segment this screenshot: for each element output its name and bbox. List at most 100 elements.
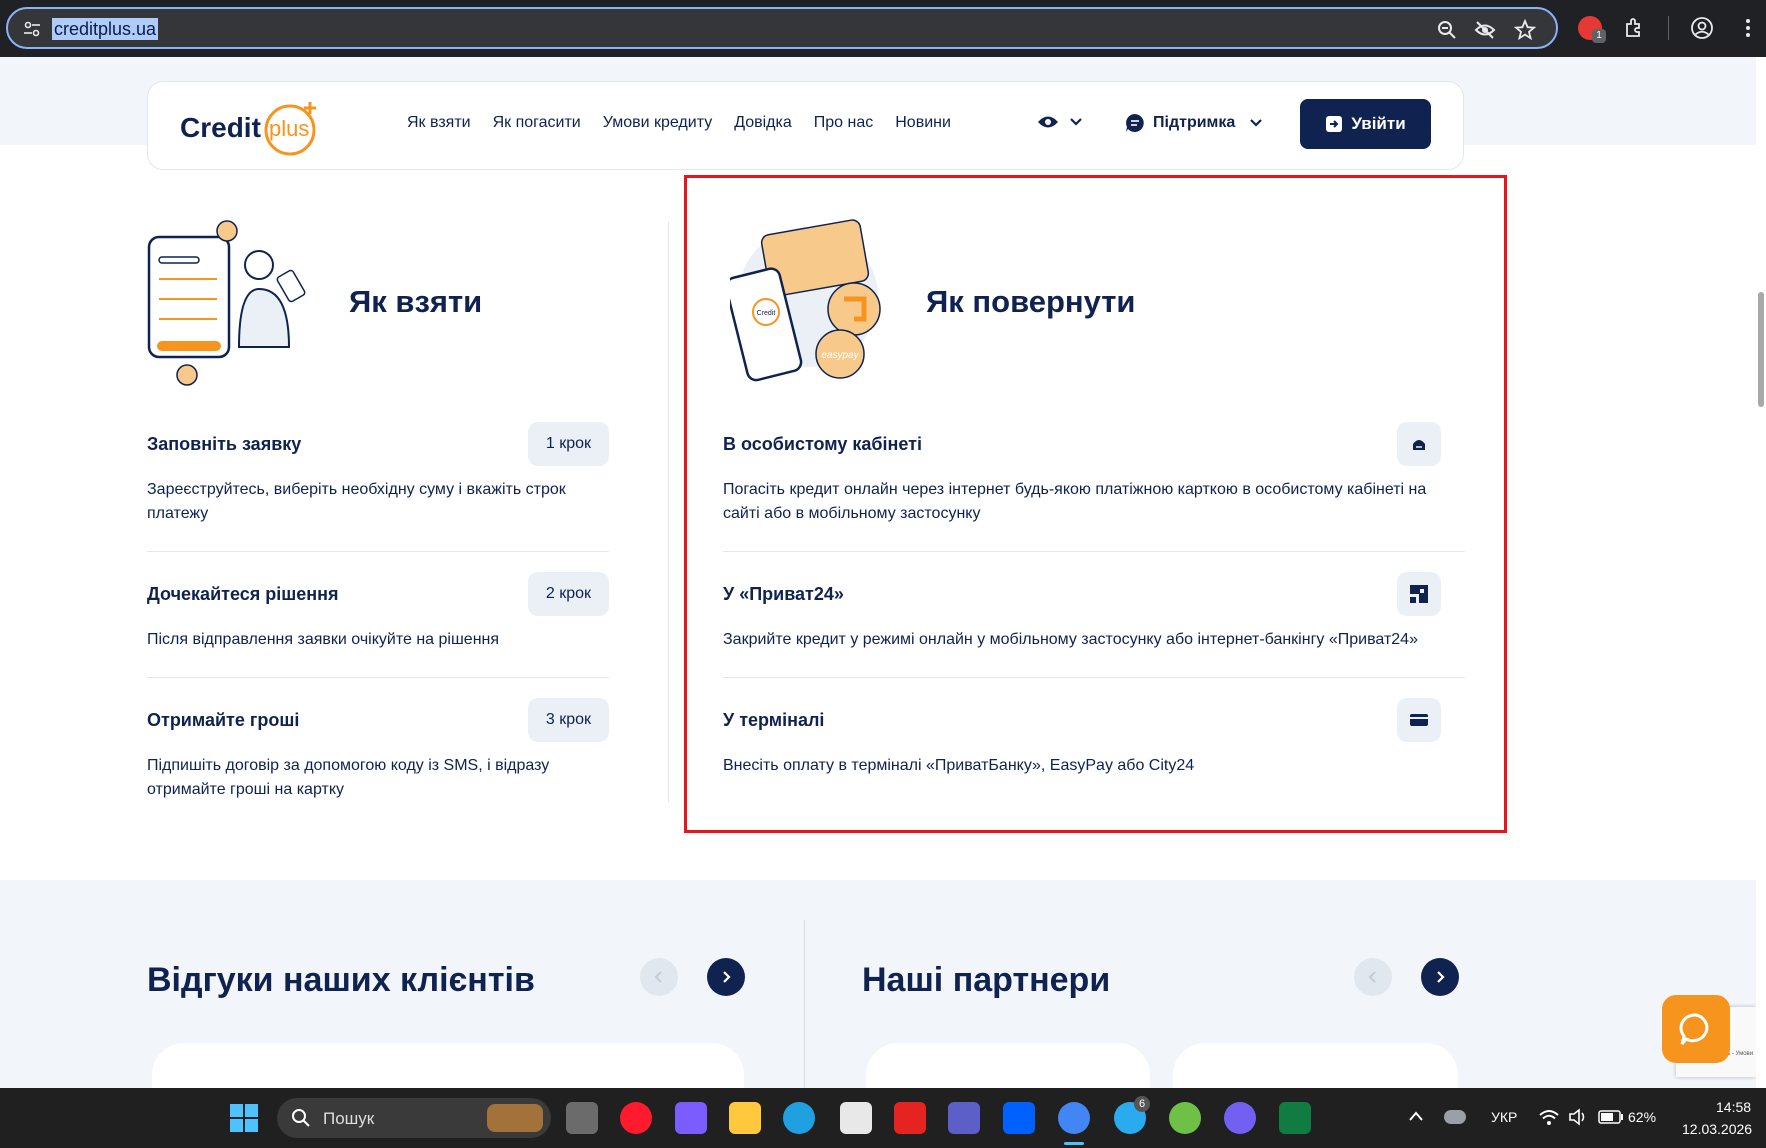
profile-icon[interactable] (1690, 16, 1714, 40)
search-placeholder: Пошук (323, 1109, 375, 1128)
review-card[interactable] (152, 1043, 744, 1088)
reviews-prev-button[interactable] (640, 958, 678, 996)
address-bar[interactable]: creditplus.ua (6, 7, 1558, 49)
chat-bubble-icon (1126, 114, 1144, 132)
creditplus-logo[interactable]: Credit plus (180, 100, 330, 156)
onedrive-icon[interactable] (1444, 1110, 1466, 1124)
main-navigation: Як взяти Як погасити Умови кредиту Довід… (407, 114, 951, 132)
bookmark-star-icon[interactable] (1514, 19, 1536, 41)
partner-card[interactable] (1173, 1043, 1458, 1088)
logo-text: Credit (180, 112, 261, 143)
chevron-left-icon (1368, 971, 1376, 983)
chevron-down-icon (1250, 119, 1263, 127)
lingvo-icon[interactable] (894, 1102, 926, 1134)
nav-about[interactable]: Про нас (814, 114, 873, 132)
search-icon (292, 1109, 310, 1127)
login-label: Увійти (1351, 114, 1406, 133)
nav-how-to-repay[interactable]: Як погасити (493, 114, 581, 132)
partners-prev-button[interactable] (1354, 958, 1392, 996)
copilot-icon[interactable] (675, 1102, 707, 1134)
site-header: Credit plus Як взяти Як погасити Умови к… (147, 81, 1464, 170)
chrome-icon[interactable] (1058, 1102, 1090, 1134)
wifi-icon[interactable] (1538, 1108, 1560, 1126)
task-view-icon[interactable] (566, 1102, 598, 1134)
section-divider (804, 1018, 805, 1088)
support-label: Підтримка (1153, 114, 1236, 131)
extensions-puzzle-icon[interactable] (1623, 16, 1647, 40)
nav-credit-terms[interactable]: Умови кредиту (603, 114, 712, 132)
chevron-right-icon (723, 971, 731, 983)
tray-chevron-up-icon[interactable] (1408, 1110, 1424, 1122)
step-3-badge: 3 крок (527, 698, 609, 742)
accessibility-toggle[interactable] (1037, 114, 1083, 130)
how-to-take-illustration (147, 220, 306, 386)
step-2: Дочекайтеся рішення 2 крок Після відправ… (147, 572, 609, 648)
telegram-badge: 6 (1134, 1096, 1150, 1112)
reviews-title: Відгуки наших клієнтів (147, 961, 535, 999)
utorrent-icon[interactable] (1169, 1102, 1201, 1134)
chevron-down-icon (1070, 118, 1082, 126)
step-1-desc: Зареєструйтесь, виберіть необхідну суму … (147, 481, 566, 522)
reviews-partners-section: Відгуки наших клієнтів Наші партнери (0, 880, 1756, 1088)
browser-toolbar: creditplus.ua 1 (0, 0, 1766, 57)
toolbar-divider (1668, 16, 1669, 40)
column-divider (668, 222, 669, 802)
eye-icon (1038, 116, 1058, 128)
zoom-icon[interactable] (1436, 19, 1458, 41)
volume-icon[interactable] (1568, 1108, 1588, 1126)
section-divider (804, 920, 805, 1018)
nav-news[interactable]: Новини (895, 114, 951, 132)
extension-badge: 1 (1592, 29, 1606, 43)
reviews-next-button[interactable] (707, 958, 745, 996)
step-3: Отримайте гроші 3 крок Підпишіть договір… (147, 698, 609, 808)
support-dropdown[interactable]: Підтримка (1125, 113, 1263, 133)
search-highlight-image (487, 1104, 543, 1132)
step-2-badge: 2 крок (527, 572, 609, 616)
adblock-extension-icon[interactable]: 1 (1578, 16, 1606, 43)
chat-icon (1679, 1013, 1709, 1045)
dropbox-icon[interactable] (1003, 1102, 1035, 1134)
opera-icon[interactable] (620, 1102, 652, 1134)
clock-date[interactable]: 12.03.2026 (1682, 1121, 1752, 1137)
telegram-icon[interactable]: 6 (1114, 1096, 1150, 1134)
browser-menu-icon[interactable] (1736, 16, 1760, 40)
site-settings-icon[interactable] (22, 19, 42, 39)
partner-card[interactable] (866, 1043, 1150, 1088)
chat-widget-button[interactable] (1662, 995, 1730, 1063)
windows-taskbar: Пошук 6 УКР 62% 14:58 12.03.2026 (0, 1088, 1766, 1148)
highlight-box (684, 175, 1507, 833)
partners-next-button[interactable] (1421, 958, 1459, 996)
viber-icon[interactable] (1224, 1102, 1256, 1134)
nav-help[interactable]: Довідка (734, 114, 792, 132)
step-2-title: Дочекайтеся рішення (147, 584, 339, 604)
url-text[interactable]: creditplus.ua (52, 18, 159, 40)
taskbar-search[interactable]: Пошук (277, 1098, 551, 1138)
step-1: Заповніть заявку 1 крок Зареєструйтесь, … (147, 422, 609, 532)
store-icon[interactable] (840, 1102, 872, 1134)
chevron-left-icon (654, 971, 662, 983)
battery-icon[interactable] (1598, 1110, 1624, 1124)
eye-off-icon[interactable] (1474, 19, 1496, 41)
step-divider (147, 677, 609, 678)
step-2-desc: Після відправлення заявки очікуйте на рі… (147, 631, 500, 648)
file-explorer-icon[interactable] (729, 1102, 761, 1134)
step-3-title: Отримайте гроші (147, 710, 300, 730)
chrome-active-indicator (1064, 1142, 1084, 1145)
step-3-desc: Підпишіть договір за допомогою коду із S… (147, 757, 550, 798)
login-button[interactable]: Увійти (1300, 99, 1431, 149)
battery-percent: 62% (1628, 1109, 1657, 1125)
edge-icon[interactable] (783, 1102, 815, 1134)
nav-how-to-take[interactable]: Як взяти (407, 114, 471, 132)
step-1-title: Заповніть заявку (147, 434, 302, 454)
scrollbar-thumb[interactable] (1758, 292, 1764, 407)
chevron-right-icon (1437, 971, 1445, 983)
teams-icon[interactable] (948, 1102, 980, 1134)
windows-start-icon[interactable] (228, 1102, 260, 1134)
excel-icon[interactable] (1279, 1102, 1311, 1134)
clock-time[interactable]: 14:58 (1716, 1099, 1751, 1115)
language-indicator[interactable]: УКР (1491, 1109, 1517, 1125)
partners-title: Наші партнери (862, 961, 1111, 999)
how-to-take-title: Як взяти (349, 284, 483, 319)
login-icon (1326, 116, 1343, 132)
step-divider (147, 551, 609, 552)
